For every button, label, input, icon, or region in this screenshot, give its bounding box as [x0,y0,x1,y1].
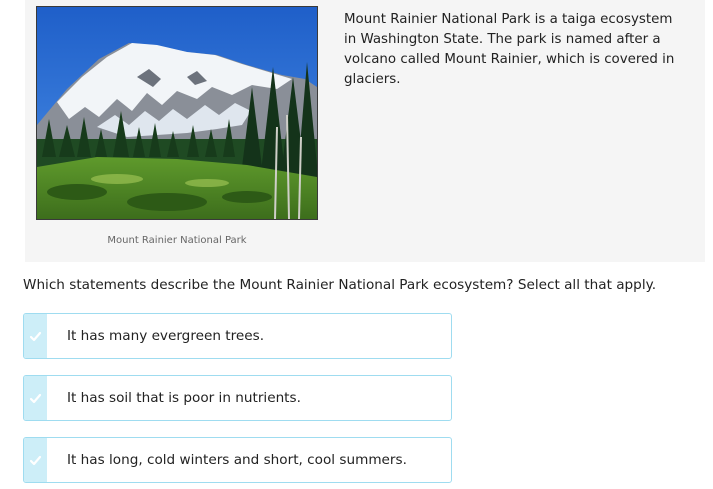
answer-option[interactable]: It has soil that is poor in nutrients. [23,375,452,421]
checkmark-icon [29,455,42,466]
photo-caption: Mount Rainier National Park [107,235,247,246]
checkbox[interactable] [24,314,47,358]
answer-option[interactable]: It has long, cold winters and short, coo… [23,437,452,483]
checkmark-icon [29,331,42,342]
answer-option-label: It has many evergreen trees. [67,328,265,344]
answer-option[interactable]: It has many evergreen trees. [23,313,452,359]
checkbox[interactable] [24,376,47,420]
answer-option-label: It has soil that is poor in nutrients. [67,390,301,406]
answer-option-label: It has long, cold winters and short, coo… [67,452,407,468]
mount-rainier-photo [36,6,318,220]
question-prompt: Which statements describe the Mount Rain… [23,277,657,293]
passage-text: Mount Rainier National Park is a taiga e… [344,12,675,87]
checkmark-icon [29,393,42,404]
passage-card: Mount Rainier National Park Mount Rainie… [25,0,705,262]
checkbox[interactable] [24,438,47,482]
